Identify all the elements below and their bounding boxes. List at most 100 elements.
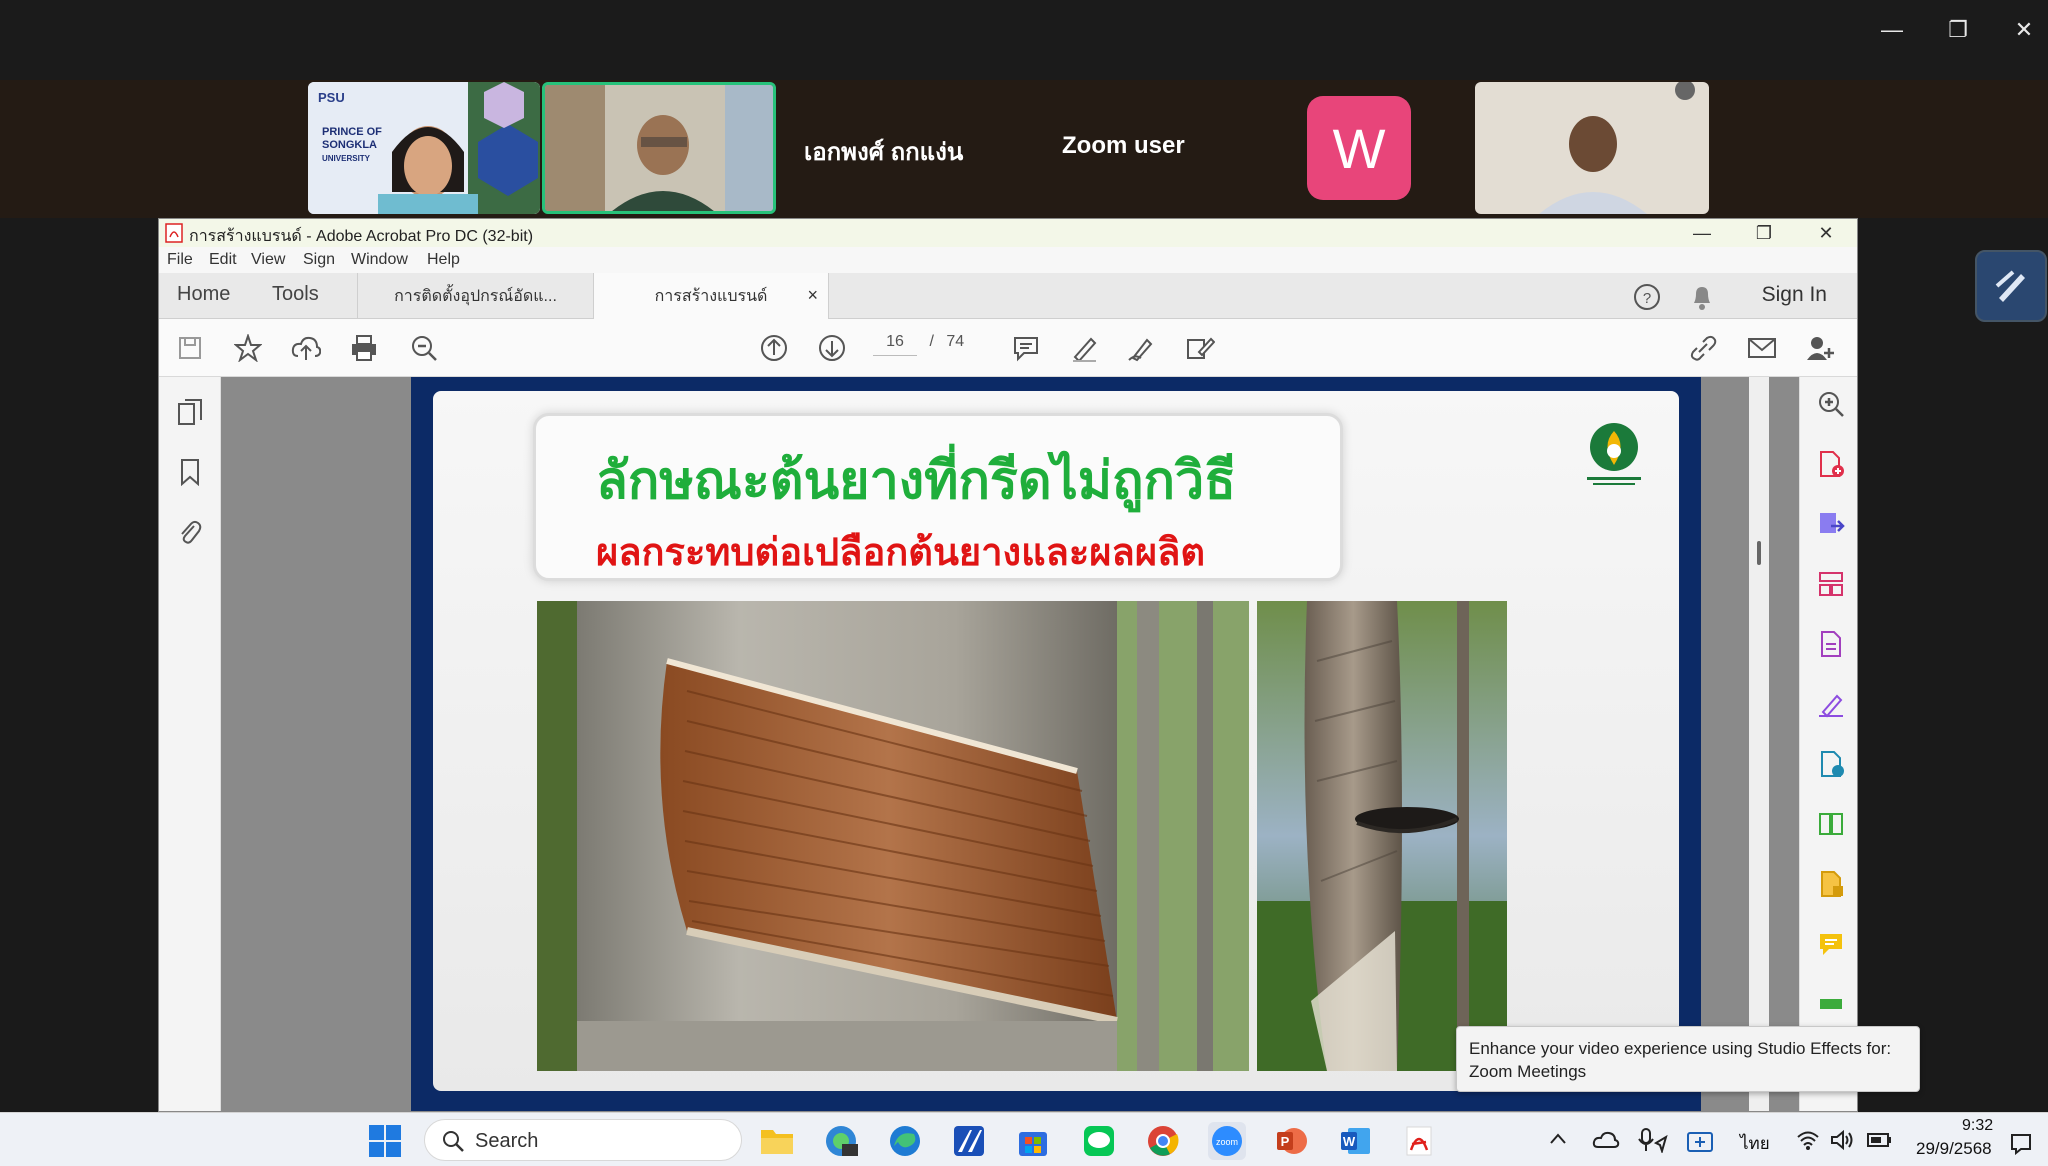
compare-files-icon[interactable] <box>1816 809 1846 839</box>
menu-sign[interactable]: Sign <box>303 251 335 269</box>
scroll-thumb[interactable] <box>1757 541 1761 565</box>
sign-in-button[interactable]: Sign In <box>1762 283 1827 307</box>
print-icon[interactable] <box>349 333 379 363</box>
form-icon[interactable] <box>1816 629 1846 659</box>
university-logo-line: PRINCE OF <box>322 126 382 138</box>
edge-preview-icon[interactable] <box>822 1122 860 1160</box>
previous-page-icon[interactable] <box>759 333 789 363</box>
menu-help[interactable]: Help <box>427 251 460 269</box>
app-icon[interactable] <box>950 1122 988 1160</box>
chrome-icon[interactable] <box>1144 1122 1182 1160</box>
combine-files-icon[interactable] <box>1816 869 1846 899</box>
help-icon[interactable]: ? <box>1633 283 1661 311</box>
share-link-icon[interactable] <box>1689 333 1719 363</box>
tab-tools[interactable]: Tools <box>272 283 319 306</box>
windows-start-icon[interactable] <box>366 1122 404 1160</box>
acrobat-window: การสร้างแบรนด์ - Adobe Acrobat Pro DC (3… <box>158 218 1858 1112</box>
snipping-tool-icon[interactable] <box>1686 1127 1714 1153</box>
save-icon[interactable] <box>175 333 205 363</box>
export-pdf-icon[interactable] <box>1816 509 1846 539</box>
bell-icon[interactable] <box>1689 283 1715 311</box>
participant-tile-active-speaker[interactable] <box>542 82 776 214</box>
edge-icon[interactable] <box>886 1122 924 1160</box>
clock-time[interactable]: 9:32 <box>1962 1117 1993 1135</box>
email-icon[interactable] <box>1747 333 1777 363</box>
scan-ocr-icon[interactable] <box>1816 749 1846 779</box>
acrobat-icon[interactable] <box>1400 1122 1438 1160</box>
svg-text:zoom: zoom <box>1216 1137 1238 1147</box>
zoom-out-icon[interactable] <box>409 333 439 363</box>
pdf-icon <box>165 223 183 243</box>
file-explorer-icon[interactable] <box>758 1122 796 1160</box>
microphone-location-icon[interactable] <box>1638 1127 1668 1153</box>
bookmark-icon[interactable] <box>175 457 205 487</box>
minimize-button[interactable]: — <box>1870 10 1914 50</box>
vertical-scrollbar[interactable] <box>1749 377 1769 1111</box>
studio-effects-button[interactable] <box>1975 250 2047 322</box>
star-icon[interactable] <box>233 333 263 363</box>
upload-cloud-icon[interactable] <box>291 333 321 363</box>
participant-avatar[interactable]: W <box>1307 96 1411 200</box>
battery-icon[interactable] <box>1866 1129 1894 1151</box>
taskbar-search-box[interactable]: Search <box>424 1119 742 1161</box>
close-button[interactable]: ✕ <box>2002 10 2046 50</box>
slide-content: ลักษณะต้นยางที่กรีดไม่ถูกวิธี ผลกระทบต่อ… <box>433 391 1679 1091</box>
restore-button[interactable]: ❐ <box>1936 10 1980 50</box>
participant-tile-4[interactable] <box>1475 82 1709 214</box>
sign-icon[interactable] <box>1127 333 1157 363</box>
total-pages: 74 <box>946 333 965 350</box>
input-language[interactable]: ไทย <box>1740 1130 1770 1157</box>
fill-sign-icon[interactable] <box>1816 689 1846 719</box>
participant-video <box>545 85 773 211</box>
current-page-input[interactable]: 16 <box>873 333 917 356</box>
menu-view[interactable]: View <box>251 251 285 269</box>
volume-icon[interactable] <box>1830 1129 1856 1151</box>
wifi-icon[interactable] <box>1796 1129 1820 1151</box>
create-pdf-icon[interactable] <box>1816 449 1846 479</box>
acrobat-restore-button[interactable]: ❐ <box>1741 219 1787 247</box>
participant-name: Zoom user <box>1062 132 1185 159</box>
menu-window[interactable]: Window <box>351 251 408 269</box>
more-tools-icon[interactable] <box>1816 987 1846 1017</box>
tab-bar: Home Tools การติดตั้งอุปกรณ์อัดแ... การส… <box>159 273 1857 319</box>
tab-close-button[interactable]: × <box>807 285 818 306</box>
attachment-icon[interactable] <box>175 517 205 547</box>
slide-subtitle: ผลกระทบต่อเปลือกต้นยางและผลผลิต <box>596 532 1206 574</box>
page-thumbnails-icon[interactable] <box>175 397 205 427</box>
clock-date[interactable]: 29/9/2568 <box>1916 1139 1992 1159</box>
document-tab[interactable]: การติดตั้งอุปกรณ์อัดแ... <box>357 273 593 319</box>
notification-center-icon[interactable] <box>2008 1131 2034 1155</box>
studio-effects-notification[interactable]: Enhance your video experience using Stud… <box>1456 1026 1920 1092</box>
comment-icon[interactable] <box>1011 333 1041 363</box>
zoom-app-icon[interactable]: zoom <box>1208 1122 1246 1160</box>
zoom-in-icon[interactable] <box>1816 389 1846 419</box>
zoom-title-bar: — ❐ ✕ <box>0 0 2048 80</box>
highlight-pen-icon[interactable] <box>1069 333 1099 363</box>
acrobat-title-bar: การสร้างแบรนด์ - Adobe Acrobat Pro DC (3… <box>159 219 1857 247</box>
svg-text:P: P <box>1281 1134 1290 1149</box>
onedrive-icon[interactable] <box>1592 1129 1620 1149</box>
page-navigator: 16 / 74 <box>873 333 964 356</box>
microsoft-store-icon[interactable] <box>1014 1122 1052 1160</box>
next-page-icon[interactable] <box>817 333 847 363</box>
slide-title-box: ลักษณะต้นยางที่กรีดไม่ถูกวิธี ผลกระทบต่อ… <box>533 413 1343 581</box>
acrobat-minimize-button[interactable]: — <box>1679 219 1725 247</box>
participant-tile-1[interactable]: PSU PRINCE OF SONGKLA UNIVERSITY <box>308 82 540 214</box>
edit-pdf-icon[interactable] <box>1185 333 1215 363</box>
svg-text:PSU: PSU <box>318 90 345 105</box>
acrobat-close-button[interactable]: ✕ <box>1803 219 1849 247</box>
left-navigation-rail <box>159 377 233 1111</box>
powerpoint-icon[interactable]: P <box>1272 1122 1310 1160</box>
tab-home[interactable]: Home <box>177 283 230 306</box>
line-app-icon[interactable] <box>1080 1122 1118 1160</box>
document-tab-active[interactable]: การสร้างแบรนด์ × <box>593 273 829 319</box>
organize-pages-icon[interactable] <box>1816 569 1846 599</box>
taskbar: Search zoom P W ไทย 9:32 29/9/2568 <box>0 1112 2048 1166</box>
show-hidden-icons-chevron[interactable] <box>1548 1131 1568 1147</box>
word-icon[interactable]: W <box>1336 1122 1374 1160</box>
add-user-icon[interactable] <box>1805 333 1835 363</box>
comment-tool-icon[interactable] <box>1816 929 1846 959</box>
document-viewport[interactable]: ลักษณะต้นยางที่กรีดไม่ถูกวิธี ผลกระทบต่อ… <box>221 377 1801 1111</box>
menu-file[interactable]: File <box>167 251 193 269</box>
menu-edit[interactable]: Edit <box>209 251 237 269</box>
